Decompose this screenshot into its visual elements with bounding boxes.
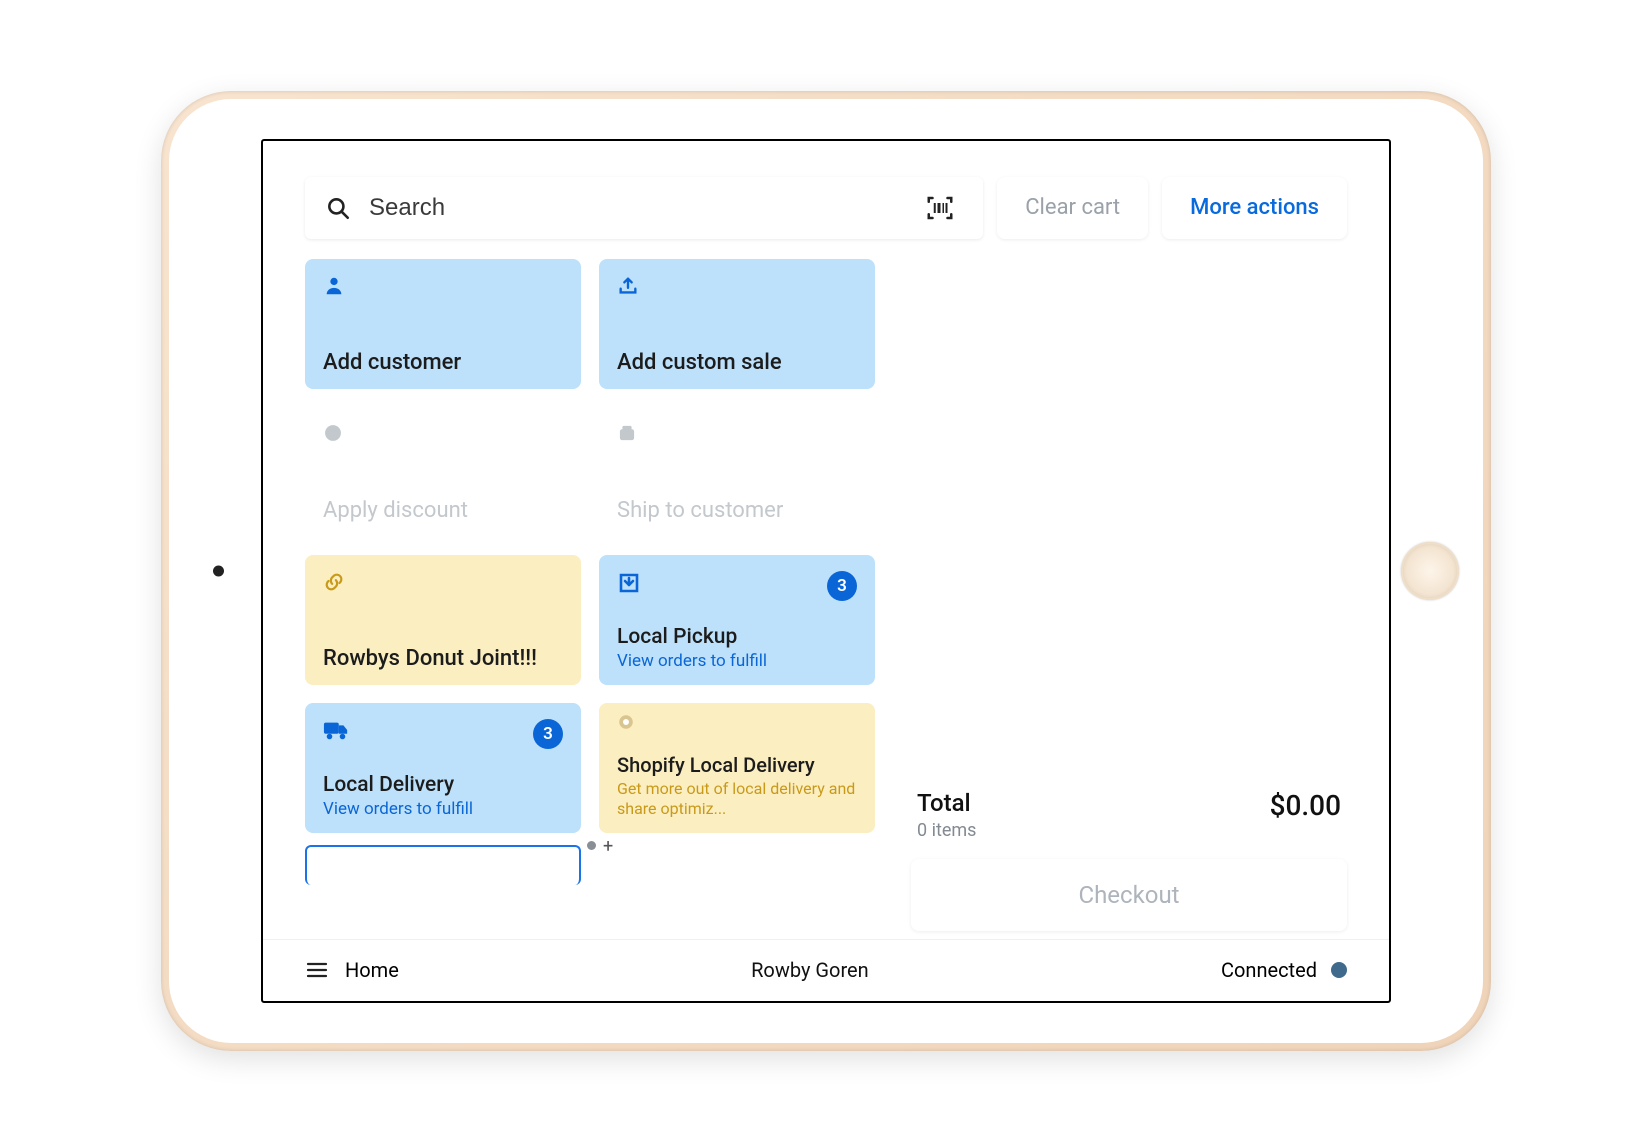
tile-local-pickup[interactable]: 3 Local Pickup View orders to fulfill — [599, 555, 875, 685]
tile-ship-to-customer: Ship to customer — [599, 407, 875, 537]
connection-label: Connected — [1221, 958, 1317, 982]
clear-cart-button[interactable]: Clear cart — [997, 177, 1148, 239]
tile-apply-discount: Apply discount — [305, 407, 581, 537]
nav-home-label: Home — [345, 958, 399, 982]
tile-title: Add customer — [323, 350, 563, 375]
drag-handle-icon[interactable] — [587, 841, 596, 850]
tile-shopify-local-delivery[interactable]: Shopify Local Delivery Get more out of l… — [599, 703, 875, 833]
tile-title: Apply discount — [323, 498, 563, 523]
tile-edit-area: + — [305, 839, 875, 879]
tile-title: Ship to customer — [617, 498, 857, 523]
app-screen: Clear cart More actions Add customer — [261, 139, 1391, 1003]
connection-status: Connected — [1221, 958, 1347, 982]
total-amount: $0.00 — [1270, 789, 1341, 822]
status-dot-icon — [1331, 962, 1347, 978]
toolbar: Clear cart More actions — [263, 141, 1389, 257]
link-icon — [323, 571, 345, 593]
tile-drop-outline[interactable] — [305, 845, 581, 885]
shipping-icon — [617, 423, 637, 443]
tile-subtitle: View orders to fulfill — [617, 651, 857, 671]
camera-dot — [213, 565, 224, 576]
main-area: Add customer Add custom sale — [263, 257, 1389, 939]
totals-row: Total 0 items $0.00 — [911, 777, 1347, 859]
pickup-icon — [617, 571, 641, 595]
tile-add-custom-sale[interactable]: Add custom sale — [599, 259, 875, 389]
more-actions-button[interactable]: More actions — [1162, 177, 1347, 239]
upload-icon — [617, 275, 639, 297]
tile-grid: Add customer Add custom sale — [305, 259, 875, 833]
tile-area: Add customer Add custom sale — [305, 259, 875, 939]
current-user[interactable]: Rowby Goren — [751, 958, 869, 982]
tile-store-link[interactable]: Rowbys Donut Joint!!! — [305, 555, 581, 685]
tile-title: Add custom sale — [617, 350, 857, 375]
checkout-button[interactable]: Checkout — [911, 859, 1347, 931]
person-icon — [323, 275, 345, 297]
tile-subtitle: View orders to fulfill — [323, 799, 563, 819]
tile-local-delivery[interactable]: 3 Local Delivery View orders to fulfill — [305, 703, 581, 833]
total-items: 0 items — [917, 820, 976, 841]
tile-subtitle: Get more out of local delivery and share… — [617, 779, 857, 819]
total-label: Total — [917, 789, 976, 817]
menu-icon — [305, 958, 329, 982]
discount-icon — [323, 423, 343, 443]
tile-title: Rowbys Donut Joint!!! — [323, 646, 563, 671]
tile-title: Shopify Local Delivery — [617, 753, 857, 777]
tile-title: Local Delivery — [323, 773, 563, 797]
tablet-bezel: Clear cart More actions Add customer — [161, 91, 1491, 1051]
footer: Home Rowby Goren Connected — [263, 939, 1389, 1001]
truck-icon — [323, 719, 349, 741]
home-button[interactable] — [1401, 542, 1459, 600]
plus-icon[interactable]: + — [603, 836, 613, 857]
tile-title: Local Pickup — [617, 625, 857, 649]
app-icon — [617, 713, 635, 731]
count-badge: 3 — [827, 571, 857, 601]
tile-add-customer[interactable]: Add customer — [305, 259, 581, 389]
search-icon — [325, 195, 351, 221]
search-bar[interactable] — [305, 177, 983, 239]
barcode-scan-icon[interactable] — [917, 185, 963, 231]
nav-home[interactable]: Home — [305, 958, 399, 982]
search-input[interactable] — [369, 194, 899, 222]
checkout-pane: Total 0 items $0.00 Checkout — [911, 259, 1347, 939]
count-badge: 3 — [533, 719, 563, 749]
